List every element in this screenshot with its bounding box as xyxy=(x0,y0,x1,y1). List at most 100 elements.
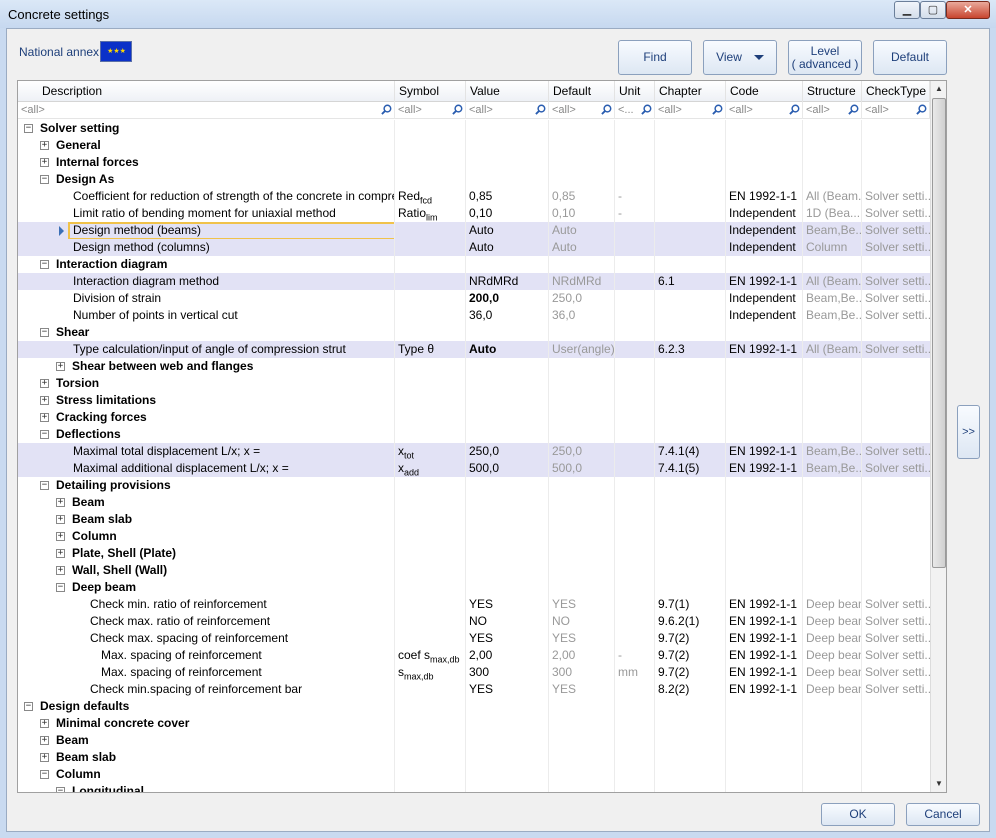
cell-value[interactable] xyxy=(466,783,549,792)
minimize-button[interactable]: ▁ xyxy=(894,1,920,19)
cell-value[interactable] xyxy=(466,698,549,715)
table-row[interactable]: + General xyxy=(18,137,930,154)
table-row[interactable]: + Cracking forces xyxy=(18,409,930,426)
table-row[interactable]: − Shear xyxy=(18,324,930,341)
table-row[interactable]: + Beam slab xyxy=(18,749,930,766)
maximize-button[interactable]: ▢ xyxy=(920,1,946,19)
cell-value[interactable] xyxy=(466,562,549,579)
scroll-up-icon[interactable]: ▲ xyxy=(931,81,946,97)
search-icon[interactable] xyxy=(712,104,723,115)
table-row[interactable]: + Beam slab xyxy=(18,511,930,528)
cell-value[interactable] xyxy=(466,409,549,426)
table-row[interactable]: − Solver setting xyxy=(18,120,930,137)
table-row[interactable]: + Stress limitations xyxy=(18,392,930,409)
collapse-icon[interactable]: − xyxy=(40,260,49,269)
expand-icon[interactable]: + xyxy=(40,719,49,728)
cell-value[interactable]: 200,0 xyxy=(466,290,549,307)
column-header-description[interactable]: Description xyxy=(18,81,395,102)
expand-icon[interactable]: + xyxy=(56,566,65,575)
collapse-icon[interactable]: − xyxy=(40,770,49,779)
column-header-default[interactable]: Default xyxy=(549,81,615,102)
table-row[interactable]: + Plate, Shell (Plate) xyxy=(18,545,930,562)
column-header-unit[interactable]: Unit xyxy=(615,81,655,102)
table-row[interactable]: Design method (columns) Auto Auto Independe… xyxy=(18,239,930,256)
cell-value[interactable]: YES xyxy=(466,681,549,698)
table-row[interactable]: − Deflections xyxy=(18,426,930,443)
table-row[interactable]: + Internal forces xyxy=(18,154,930,171)
cell-value[interactable] xyxy=(466,324,549,341)
cell-value[interactable]: 0,85 xyxy=(466,188,549,205)
cell-value[interactable]: YES xyxy=(466,630,549,647)
cell-value[interactable]: NRdMRd xyxy=(466,273,549,290)
cell-value[interactable] xyxy=(466,392,549,409)
column-header-code[interactable]: Code xyxy=(726,81,803,102)
search-icon[interactable] xyxy=(916,104,927,115)
cell-value[interactable] xyxy=(466,545,549,562)
expand-icon[interactable]: + xyxy=(56,362,65,371)
table-row[interactable]: − Interaction diagram xyxy=(18,256,930,273)
expand-icon[interactable]: + xyxy=(56,515,65,524)
cell-value[interactable]: Auto xyxy=(466,239,549,256)
filter-value[interactable]: <all> xyxy=(466,102,549,119)
expand-icon[interactable]: + xyxy=(40,379,49,388)
collapse-icon[interactable]: − xyxy=(56,787,65,792)
table-row[interactable]: + Minimal concrete cover xyxy=(18,715,930,732)
cell-value[interactable] xyxy=(466,749,549,766)
filter-checktype[interactable]: <all> xyxy=(862,102,930,119)
cell-value[interactable]: 36,0 xyxy=(466,307,549,324)
vertical-scrollbar[interactable]: ▲ ▼ xyxy=(930,81,946,792)
table-row[interactable]: + Beam xyxy=(18,494,930,511)
search-icon[interactable] xyxy=(535,104,546,115)
table-row[interactable]: + Torsion xyxy=(18,375,930,392)
cell-value[interactable]: Auto xyxy=(466,341,549,358)
level-button[interactable]: Level ( advanced ) xyxy=(788,40,862,75)
cell-value[interactable]: NO xyxy=(466,613,549,630)
table-row[interactable]: − Design As xyxy=(18,171,930,188)
expand-icon[interactable]: + xyxy=(40,736,49,745)
cell-value[interactable] xyxy=(466,528,549,545)
table-row[interactable]: Interaction diagram method NRdMRd NRdMRd 6.… xyxy=(18,273,930,290)
expand-icon[interactable]: + xyxy=(40,753,49,762)
expand-icon[interactable]: + xyxy=(40,141,49,150)
cell-value[interactable] xyxy=(466,375,549,392)
collapse-icon[interactable]: − xyxy=(40,430,49,439)
collapse-icon[interactable]: − xyxy=(40,175,49,184)
expand-icon[interactable]: + xyxy=(40,158,49,167)
cell-value[interactable]: 300 xyxy=(466,664,549,681)
cell-value[interactable] xyxy=(466,358,549,375)
expand-panel-button[interactable]: >> xyxy=(957,405,980,459)
table-row[interactable]: Division of strain 200,0 250,0 Independent B… xyxy=(18,290,930,307)
view-button[interactable]: View xyxy=(703,40,777,75)
cell-value[interactable] xyxy=(466,494,549,511)
table-row[interactable]: Maximal additional displacement L/x; x =… xyxy=(18,460,930,477)
cell-value[interactable] xyxy=(466,256,549,273)
search-icon[interactable] xyxy=(641,104,652,115)
cell-value[interactable]: YES xyxy=(466,596,549,613)
table-row[interactable]: − Detailing provisions xyxy=(18,477,930,494)
cell-value[interactable] xyxy=(466,426,549,443)
cell-value[interactable] xyxy=(466,732,549,749)
table-row[interactable]: + Wall, Shell (Wall) xyxy=(18,562,930,579)
cell-value[interactable]: 2,00 xyxy=(466,647,549,664)
table-row[interactable]: Check min. ratio of reinforcement YES YES 9… xyxy=(18,596,930,613)
cell-value[interactable] xyxy=(466,715,549,732)
table-row[interactable]: Limit ratio of bending moment for uniaxi… xyxy=(18,205,930,222)
filter-unit[interactable]: <... xyxy=(615,102,655,119)
table-row[interactable]: + Column xyxy=(18,528,930,545)
search-icon[interactable] xyxy=(452,104,463,115)
cell-value[interactable] xyxy=(466,137,549,154)
expand-icon[interactable]: + xyxy=(56,498,65,507)
search-icon[interactable] xyxy=(848,104,859,115)
cell-value[interactable] xyxy=(466,477,549,494)
cell-value[interactable] xyxy=(466,579,549,596)
cell-value[interactable]: 250,0 xyxy=(466,443,549,460)
cell-value[interactable]: 500,0 xyxy=(466,460,549,477)
table-row[interactable]: Check min.spacing of reinforcement bar YE… xyxy=(18,681,930,698)
search-icon[interactable] xyxy=(381,104,392,115)
expand-icon[interactable]: + xyxy=(56,549,65,558)
cell-value[interactable]: Auto xyxy=(466,222,549,239)
table-row[interactable]: Coefficient for reduction of strength of… xyxy=(18,188,930,205)
table-row[interactable]: − Column xyxy=(18,766,930,783)
close-button[interactable]: ✕ xyxy=(946,1,990,19)
scroll-thumb[interactable] xyxy=(932,98,946,568)
